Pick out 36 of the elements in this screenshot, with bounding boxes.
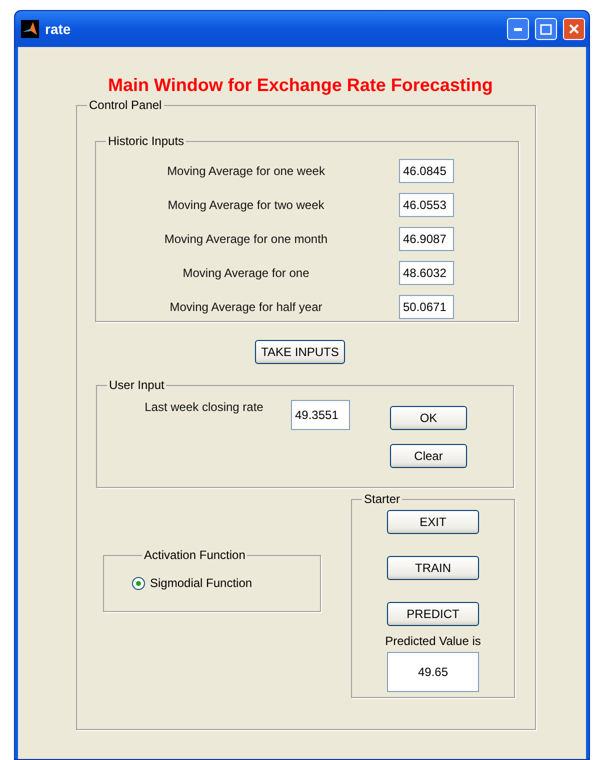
input-field[interactable]: 50.0671 (399, 295, 454, 319)
field-label: Moving Average for one month (163, 232, 329, 246)
action-button[interactable]: EXIT (387, 510, 479, 534)
input-field[interactable]: 48.6032 (399, 261, 454, 285)
panel-title: Historic Inputs (107, 134, 186, 148)
window-title: rate (45, 21, 72, 37)
close-icon (568, 23, 580, 35)
panel-title: Control Panel (88, 98, 163, 112)
field-label: Moving Average for half year (168, 300, 324, 314)
input-field[interactable]: 46.0553 (399, 193, 454, 217)
field-label: Moving Average for one week (166, 164, 326, 178)
main-heading: Main Window for Exchange Rate Forecasting (108, 75, 493, 96)
radio-label: Sigmodial Function (150, 576, 252, 590)
field-label: Moving Average for two week (166, 198, 326, 212)
minimize-button[interactable] (507, 18, 529, 40)
action-button[interactable]: OK (390, 406, 467, 430)
field-label: Last week closing rate (144, 400, 264, 414)
close-button[interactable] (563, 18, 585, 40)
take-inputs-button[interactable]: TAKE INPUTS (255, 340, 345, 364)
minimize-icon (514, 28, 522, 30)
action-button[interactable]: TRAIN (387, 556, 479, 580)
field-label: Moving Average for one (182, 266, 310, 280)
panel-title: User Input (108, 378, 166, 392)
panel-title: Activation Function (143, 548, 246, 562)
result-display: 49.65 (387, 652, 479, 692)
action-button[interactable]: PREDICT (387, 602, 479, 626)
panel-title: Starter (363, 492, 402, 506)
input-field[interactable]: 46.9087 (399, 227, 454, 251)
maximize-icon (540, 24, 552, 34)
action-button[interactable]: Clear (390, 444, 467, 468)
result-label: Predicted Value is (385, 634, 481, 648)
app-logo-icon (21, 20, 39, 38)
input-field[interactable]: 46.0845 (399, 159, 454, 183)
maximize-button[interactable] (535, 18, 557, 40)
input-field[interactable]: 49.3551 (291, 400, 350, 430)
radio-button[interactable] (132, 576, 145, 590)
